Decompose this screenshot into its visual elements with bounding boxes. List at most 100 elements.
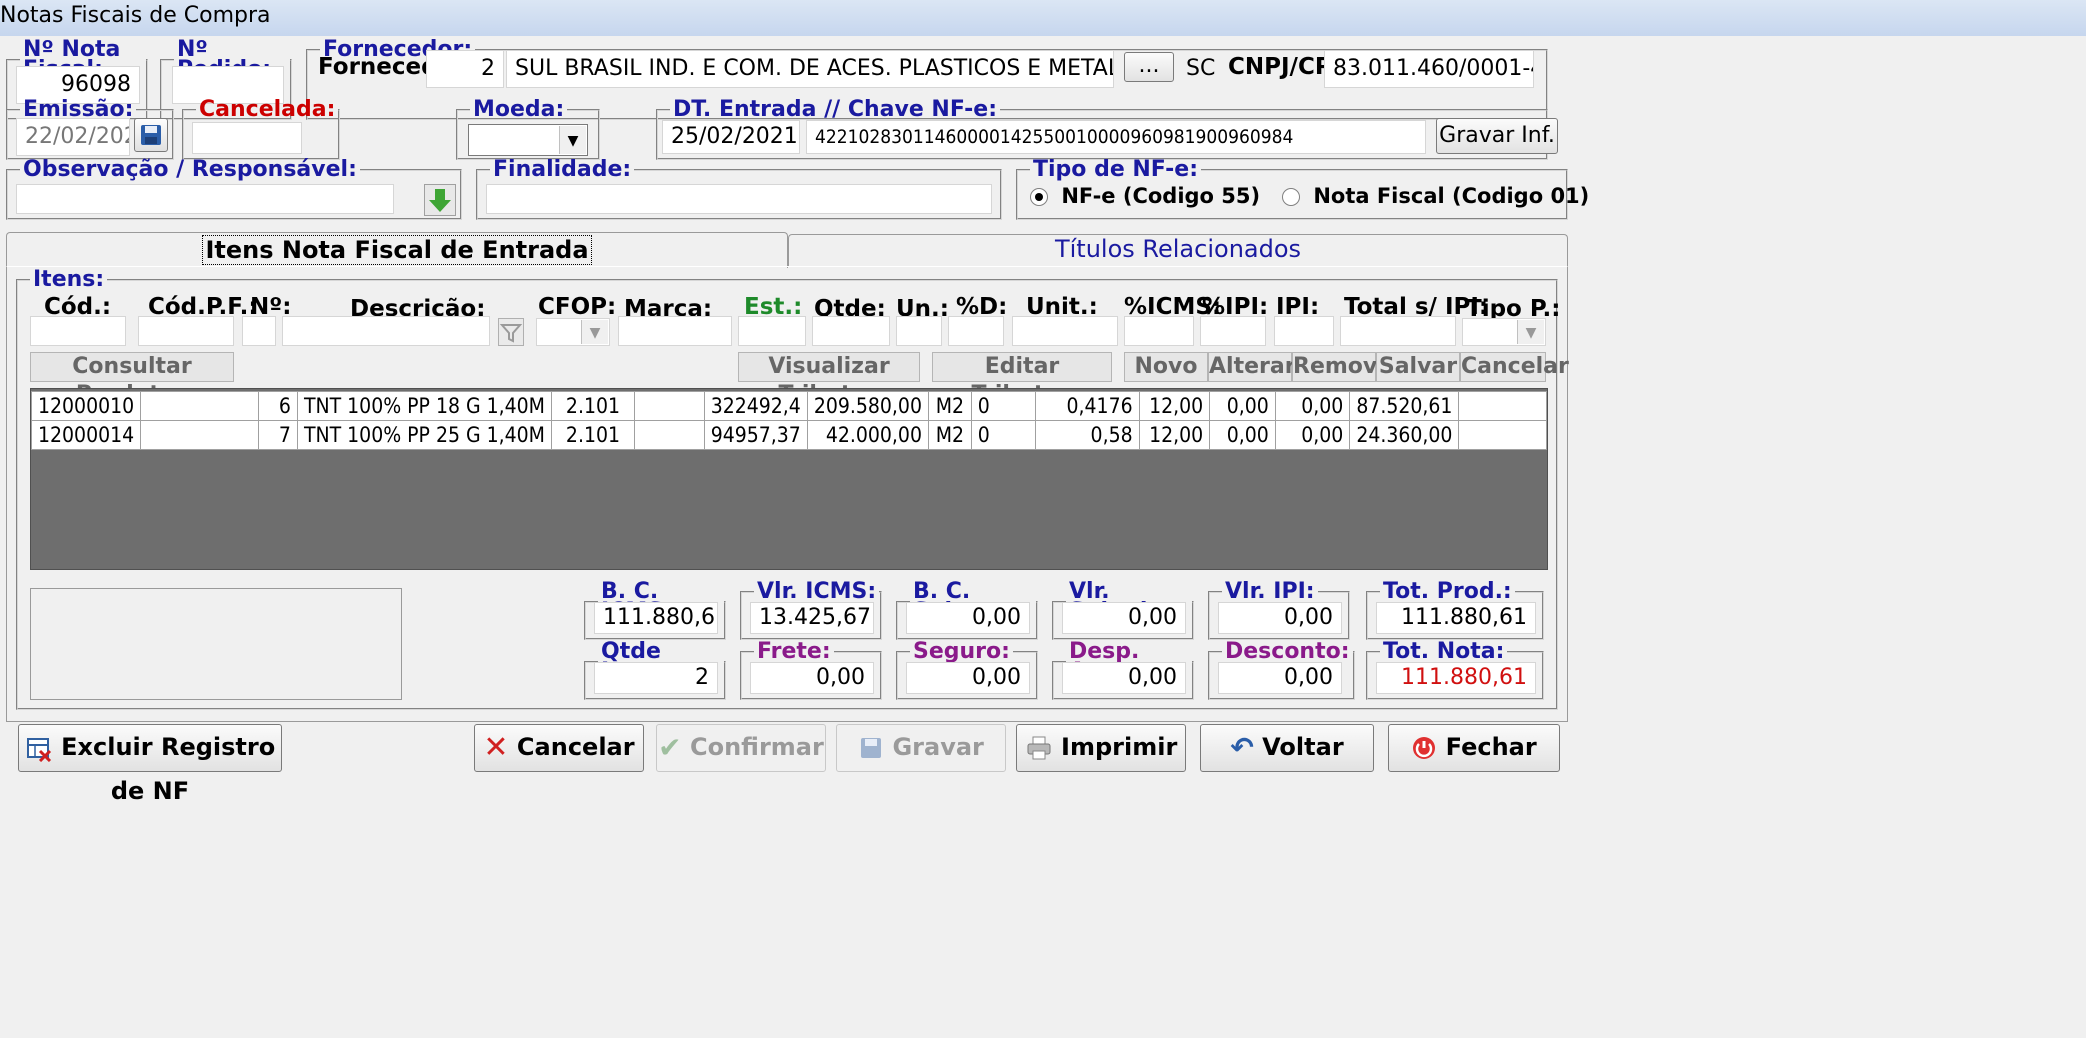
finalidade-field[interactable] xyxy=(486,184,992,214)
cell-est: 94957,37 xyxy=(703,420,808,450)
ipi-input[interactable] xyxy=(1274,316,1334,346)
seguro-field[interactable]: 0,00 xyxy=(906,662,1030,694)
cell-ipi: 0,00 xyxy=(1274,420,1351,450)
alterar-button[interactable]: Alterar xyxy=(1208,352,1296,382)
tab-titulos-relacionados[interactable]: Títulos Relacionados xyxy=(788,234,1568,266)
vlr-subst-field[interactable]: 0,00 xyxy=(1062,602,1186,634)
cod-pf-input[interactable] xyxy=(138,316,234,346)
cell-desc-pct: 0 xyxy=(970,420,1036,450)
un-input[interactable] xyxy=(896,316,942,346)
tot-prod-label: Tot. Prod.: xyxy=(1383,579,1512,604)
confirmar-label: Confirmar xyxy=(689,733,824,761)
table-row[interactable]: 12000010 6 TNT 100% PP 18 G 1,40M 2.101 … xyxy=(30,391,1547,421)
tipo-nfe-option-55[interactable]: NF-e (Codigo 55) xyxy=(1030,184,1260,208)
cell-ipi: 0,00 xyxy=(1274,391,1351,421)
cell-marca xyxy=(633,420,705,450)
cod-input[interactable] xyxy=(30,316,126,346)
down-arrow-icon xyxy=(429,189,451,212)
ipi-pct-input[interactable] xyxy=(1200,316,1266,346)
window-title: Notas Fiscais de Compra xyxy=(0,0,2086,36)
fornecedor-lookup-button[interactable]: ... xyxy=(1124,52,1174,82)
icms-pct-input[interactable] xyxy=(1124,316,1194,346)
total-input[interactable] xyxy=(1340,316,1456,346)
voltar-label: Voltar xyxy=(1262,733,1344,761)
est-input[interactable] xyxy=(738,316,806,346)
entrada-date-field[interactable]: 25/02/2021 xyxy=(662,120,800,154)
items-grid[interactable]: 12000010 6 TNT 100% PP 18 G 1,40M 2.101 … xyxy=(30,388,1548,570)
unit-input[interactable] xyxy=(1012,316,1118,346)
moeda-label: Moeda: xyxy=(473,97,565,122)
entrada-label: DT. Entrada // Chave NF-e: xyxy=(673,97,998,122)
consultar-produtos-button[interactable]: Consultar Produtos xyxy=(30,352,234,407)
fechar-button[interactable]: Fechar xyxy=(1388,724,1560,772)
salvar-button[interactable]: Salvar xyxy=(1376,352,1460,382)
tipo-p-select[interactable]: ▼ xyxy=(1462,318,1546,346)
excluir-registro-button[interactable]: Excluir Registro de NF xyxy=(18,724,282,805)
undo-icon: ↶ xyxy=(1230,731,1254,764)
radio-checked-icon xyxy=(1030,188,1048,206)
cfop-select[interactable]: ▼ xyxy=(536,318,610,346)
qtde-itens-field[interactable]: 2 xyxy=(594,662,718,694)
descricao-input[interactable] xyxy=(282,316,490,346)
cell-desc-pct: 0 xyxy=(970,391,1036,421)
cell-cfop: 2.101 xyxy=(550,391,635,421)
observacao-download-button[interactable] xyxy=(424,184,456,216)
moeda-select[interactable]: ▼ xyxy=(468,124,588,156)
cell-ipi-pct: 0,00 xyxy=(1209,420,1276,450)
editar-tributos-button[interactable]: Editar Tributos xyxy=(932,352,1112,407)
cancelar-button[interactable]: ✕ Cancelar xyxy=(474,724,644,772)
fornecedor-name-field[interactable]: SUL BRASIL IND. E COM. DE ACES. PLASTICO… xyxy=(506,50,1114,88)
novo-button[interactable]: Novo xyxy=(1124,352,1208,382)
imprimir-button[interactable]: Imprimir xyxy=(1016,724,1186,772)
tot-nota-label: Tot. Nota: xyxy=(1383,639,1505,664)
desconto-field[interactable]: 0,00 xyxy=(1218,662,1342,694)
cell-marca xyxy=(633,391,705,421)
desp-acess-field[interactable]: 0,00 xyxy=(1062,662,1186,694)
confirmar-button[interactable]: ✔ Confirmar xyxy=(656,724,826,772)
table-row[interactable]: 12000014 7 TNT 100% PP 25 G 1,40M 2.101 … xyxy=(30,420,1547,450)
descricao-lookup-button[interactable] xyxy=(498,318,524,346)
marca-input[interactable] xyxy=(618,316,732,346)
chevron-down-icon[interactable]: ▼ xyxy=(1517,320,1544,344)
cell-un: M2 xyxy=(927,420,972,450)
tipo-nfe-option-01-label: Nota Fiscal (Codigo 01) xyxy=(1313,184,1590,208)
tipo-nfe-option-01[interactable]: Nota Fiscal (Codigo 01) xyxy=(1282,184,1589,208)
fornecedor-code-field[interactable]: 2 xyxy=(426,50,504,88)
table-delete-icon xyxy=(26,738,51,763)
radio-unchecked-icon xyxy=(1282,188,1300,206)
visualizar-tributos-button[interactable]: Visualizar Tributos xyxy=(738,352,920,407)
chave-nfe-field[interactable]: 4221028301146000014255001000096098190096… xyxy=(806,120,1426,154)
voltar-button[interactable]: ↶ Voltar xyxy=(1200,724,1374,772)
qtde-input[interactable] xyxy=(812,316,890,346)
tab-itens-nota-fiscal[interactable]: Itens Nota Fiscal de Entrada xyxy=(6,232,788,268)
col-header-cfop: CFOP: xyxy=(538,294,617,320)
tot-prod-field[interactable]: 111.880,61 xyxy=(1376,602,1536,634)
gravar-button[interactable]: Gravar xyxy=(836,724,1006,772)
numero-input[interactable] xyxy=(242,316,276,346)
vlr-icms-field[interactable]: 13.425,67 xyxy=(750,602,874,634)
cancelada-field[interactable] xyxy=(192,122,302,154)
desc-pct-input[interactable] xyxy=(948,316,1004,346)
emissao-date-field[interactable]: 22/02/2021 xyxy=(16,118,130,156)
emissao-save-button[interactable] xyxy=(134,118,168,152)
bc-subst-field[interactable]: 0,00 xyxy=(906,602,1030,634)
chevron-down-icon[interactable]: ▼ xyxy=(559,126,586,154)
memo-box[interactable] xyxy=(30,588,402,700)
remover-button[interactable]: Remov. xyxy=(1292,352,1384,382)
tot-nota-field[interactable]: 111.880,61 xyxy=(1376,662,1536,694)
observacao-label: Observação / Responsável: xyxy=(23,157,357,182)
vlr-ipi-field[interactable]: 0,00 xyxy=(1218,602,1342,634)
bc-icms-field[interactable]: 111.880,61 xyxy=(594,602,718,634)
cancelar-item-button[interactable]: Cancelar xyxy=(1460,352,1569,382)
cell-descricao: TNT 100% PP 25 G 1,40M xyxy=(296,420,552,450)
chevron-down-icon[interactable]: ▼ xyxy=(581,320,608,344)
fechar-label: Fechar xyxy=(1445,733,1537,761)
observacao-field[interactable] xyxy=(16,184,394,214)
cnpj-field[interactable]: 83.011.460/0001-42 xyxy=(1324,50,1534,88)
vlr-icms-label: Vlr. ICMS: xyxy=(757,579,877,604)
frete-field[interactable]: 0,00 xyxy=(750,662,874,694)
gravar-inf-button[interactable]: Gravar Inf. xyxy=(1436,118,1558,154)
desconto-label: Desconto: xyxy=(1225,639,1350,664)
tipo-nfe-label: Tipo de NF-e: xyxy=(1033,157,1199,182)
cell-cfop: 2.101 xyxy=(550,420,635,450)
